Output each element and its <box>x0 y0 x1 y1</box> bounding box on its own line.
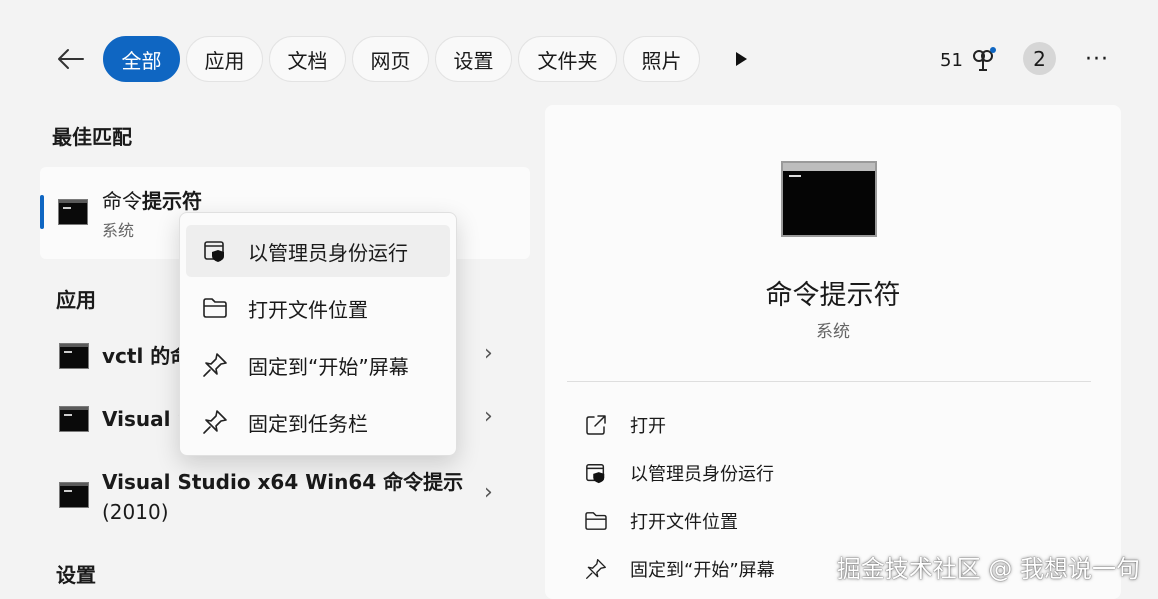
command-prompt-large-icon <box>781 161 877 237</box>
open-file-location-menu-item[interactable]: 打开文件位置 <box>186 282 450 334</box>
back-arrow-icon <box>58 49 84 69</box>
filter-chip-documents[interactable]: 文档 <box>269 36 346 82</box>
pin-to-start-menu-item[interactable]: 固定到“开始”屏幕 <box>186 339 450 391</box>
filter-chip-settings[interactable]: 设置 <box>435 36 512 82</box>
avatar[interactable]: 2 <box>1023 42 1056 75</box>
pin-icon <box>583 556 609 582</box>
more-options-button[interactable]: ··· <box>1080 44 1114 74</box>
pin-to-start-action[interactable]: 固定到“开始”屏幕 <box>583 554 775 584</box>
open-external-icon <box>583 412 609 438</box>
folder-icon <box>583 508 609 534</box>
filter-chip-apps[interactable]: 应用 <box>186 36 263 82</box>
app-label: vctl 的命 <box>102 344 191 368</box>
app-label: Visual Studio x64 Win64 命令提示 <box>102 470 464 494</box>
apps-heading: 应用 <box>56 288 96 312</box>
best-match-title-prefix: 命令 <box>102 189 142 213</box>
action-label: 以管理员身份运行 <box>630 464 774 485</box>
detail-pane: 命令提示符 系统 打开 以管理员身份运行 打开文件位置 固定到“开始”屏幕 <box>545 105 1121 599</box>
chevron-right-icon[interactable]: › <box>484 341 493 366</box>
run-as-admin-menu-item[interactable]: 以管理员身份运行 <box>186 225 450 277</box>
pin-icon <box>202 409 228 435</box>
rewards-points-value: 51 <box>940 49 963 71</box>
filter-chip-web[interactable]: 网页 <box>352 36 429 82</box>
filter-chip-all[interactable]: 全部 <box>103 36 180 82</box>
rewards-points[interactable]: 51 <box>940 46 997 74</box>
settings-heading: 设置 <box>56 563 96 587</box>
best-match-heading: 最佳匹配 <box>52 125 132 149</box>
chevron-right-icon[interactable]: › <box>484 404 493 429</box>
menu-item-label: 打开文件位置 <box>248 297 368 322</box>
run-as-admin-action[interactable]: 以管理员身份运行 <box>583 458 774 488</box>
admin-shield-icon <box>583 460 609 486</box>
context-menu: 以管理员身份运行 打开文件位置 固定到“开始”屏幕 固定到任务栏 <box>179 212 457 456</box>
command-prompt-icon <box>59 406 89 432</box>
detail-subtitle: 系统 <box>816 322 850 342</box>
menu-item-label: 以管理员身份运行 <box>248 240 408 265</box>
filter-chip-folders[interactable]: 文件夹 <box>518 36 617 82</box>
search-filter-bar: 全部 应用 文档 网页 设置 文件夹 照片 51 2 ··· <box>0 0 1158 118</box>
divider <box>567 381 1091 382</box>
folder-icon <box>202 295 228 321</box>
command-prompt-icon <box>59 482 89 508</box>
menu-item-label: 固定到任务栏 <box>248 411 368 436</box>
best-match-title-bold: 提示符 <box>142 189 202 213</box>
command-prompt-icon <box>58 199 88 225</box>
trophy-icon <box>972 47 996 71</box>
open-action[interactable]: 打开 <box>583 410 666 440</box>
menu-item-label: 固定到“开始”屏幕 <box>248 354 409 379</box>
app-label-line2: (2010) <box>102 500 169 524</box>
command-prompt-icon <box>59 343 89 369</box>
back-button[interactable] <box>52 40 90 78</box>
detail-title: 命令提示符 <box>765 280 901 311</box>
filter-chip-photos[interactable]: 照片 <box>623 36 700 82</box>
action-label: 打开文件位置 <box>630 512 738 533</box>
action-label: 固定到“开始”屏幕 <box>630 560 775 581</box>
best-match-subtitle: 系统 <box>102 221 135 240</box>
pin-icon <box>202 352 228 378</box>
selection-indicator <box>40 195 44 229</box>
chevron-right-icon[interactable]: › <box>484 480 493 505</box>
admin-shield-icon <box>202 238 228 264</box>
play-icon <box>736 52 747 66</box>
watermark: 掘金技术社区 @ 我想说一句 <box>836 555 1140 583</box>
pin-to-taskbar-menu-item[interactable]: 固定到任务栏 <box>186 396 450 448</box>
list-item[interactable]: Visual Studio x64 Win64 命令提示 (2010) › <box>40 464 530 530</box>
open-file-location-action[interactable]: 打开文件位置 <box>583 506 738 536</box>
best-match-title: 命令提示符 <box>102 185 202 214</box>
action-label: 打开 <box>630 416 666 437</box>
more-filters-button[interactable] <box>726 44 756 74</box>
